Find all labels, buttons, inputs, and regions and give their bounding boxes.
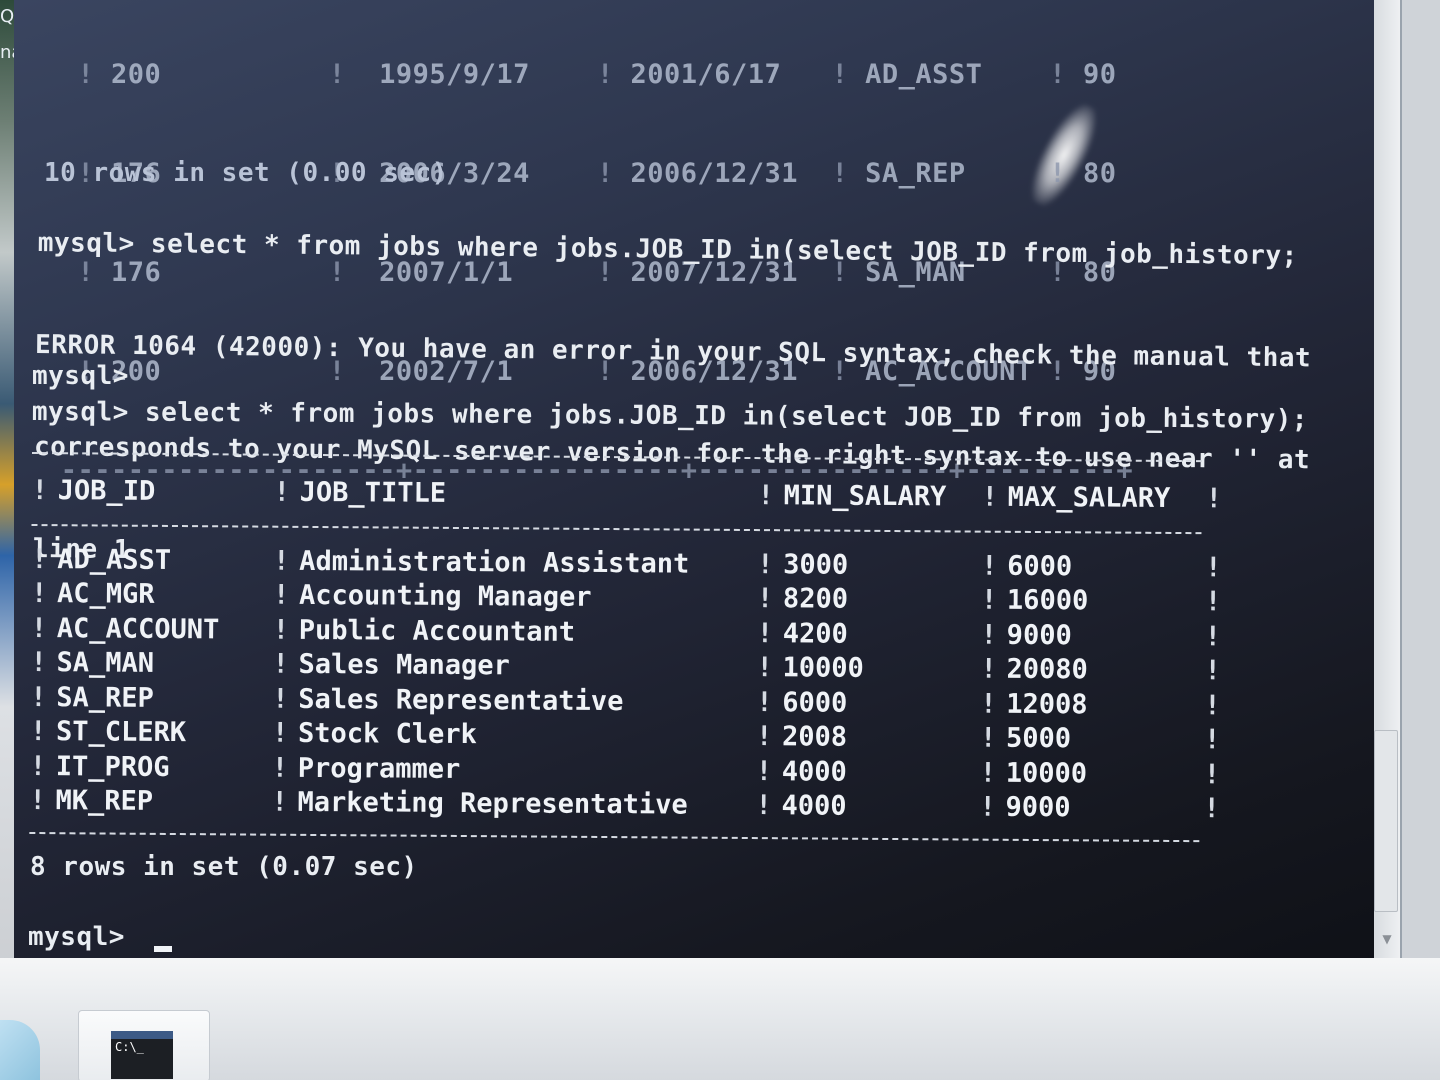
error-line: ERROR 1064 (42000): You have an error in… <box>34 329 1312 374</box>
table-cell: 6000 <box>1007 550 1073 583</box>
table-row: ! MK_REP ! Marketing Representative ! 4000 … <box>29 785 1220 825</box>
start-button-icon[interactable] <box>0 1020 40 1080</box>
table-cell: AC_ACCOUNT <box>56 612 220 646</box>
table-cell: 8200 <box>782 583 849 615</box>
taskbar: C:\_ <box>0 958 1440 1080</box>
table-cell: AC_MGR <box>56 578 155 611</box>
result-table: ! JOB_ID ! JOB_TITLE ! MIN_SALARY ! MAX_… <box>29 452 1222 858</box>
table-cell: Sales Manager <box>298 649 510 682</box>
table-cell: 5000 <box>1005 723 1072 755</box>
table-separator <box>31 523 1202 537</box>
table-cell: 6000 <box>782 686 848 719</box>
table-cell: Stock Clerk <box>297 718 477 751</box>
taskbar-console-button[interactable]: C:\_ <box>78 1010 210 1080</box>
table-cell: 9000 <box>1005 792 1071 824</box>
result-status-line: 8 rows in set (0.07 sec) <box>30 852 418 882</box>
table-cell: 10000 <box>1005 757 1088 790</box>
mysql-prompt: mysql> <box>32 361 129 391</box>
table-cell: Administration Assistant <box>299 545 690 580</box>
column-header: JOB_ID <box>57 474 156 507</box>
table-cell: 9000 <box>1006 619 1072 652</box>
table-cell: Marketing Representative <box>297 787 688 821</box>
mysql-prompt[interactable]: mysql> <box>28 922 125 952</box>
table-cell: Programmer <box>297 752 461 785</box>
table-cell: Sales Representative <box>298 683 624 717</box>
scroll-down-arrow-icon[interactable]: ▼ <box>1376 928 1398 950</box>
table-cell: 12008 <box>1006 688 1088 721</box>
table-cell: 20080 <box>1006 654 1088 686</box>
table-cell: Accounting Manager <box>298 580 592 614</box>
command-prompt-icon: C:\_ <box>111 1031 173 1079</box>
table-cell: 4000 <box>781 790 847 822</box>
column-header: MIN_SALARY <box>783 479 947 512</box>
text-cursor <box>154 946 172 952</box>
table-cell: 10000 <box>782 652 864 685</box>
table-header-row: ! JOB_ID ! JOB_TITLE ! MIN_SALARY ! MAX_… <box>31 474 1222 514</box>
table-cell: 4000 <box>781 755 847 788</box>
table-cell: IT_PROG <box>55 750 170 783</box>
table-cell: 3000 <box>783 548 849 581</box>
previous-status-line: 10 rows in set (0.00 sec) <box>44 158 448 188</box>
scrollbar-thumb[interactable] <box>1374 730 1398 912</box>
column-header: MAX_SALARY <box>1007 481 1171 514</box>
table-separator <box>29 831 1200 845</box>
table-row: ! 200 ! 1995/9/17 ! 2001/6/17 ! AD_ASST … <box>44 59 1117 90</box>
table-cell: SA_REP <box>56 681 154 714</box>
table-cell: AD_ASST <box>57 543 172 576</box>
table-cell: MK_REP <box>55 785 154 818</box>
mysql-console-window[interactable]: ! 200 ! 1995/9/17 ! 2001/6/17 ! AD_ASST … <box>14 0 1402 958</box>
table-cell: 16000 <box>1006 585 1089 617</box>
table-cell: SA_MAN <box>56 647 155 680</box>
table-cell: 2008 <box>781 721 848 753</box>
vertical-scrollbar[interactable]: ▼ <box>1374 0 1400 958</box>
table-cell: Public Accountant <box>298 614 576 648</box>
screen: QL nai ! 200 ! 1995/9/17 ! 2001/6/17 ! A… <box>0 0 1440 1080</box>
column-header: JOB_TITLE <box>299 476 447 509</box>
table-cell: 4200 <box>782 617 848 650</box>
table-cell: ST_CLERK <box>55 716 187 749</box>
